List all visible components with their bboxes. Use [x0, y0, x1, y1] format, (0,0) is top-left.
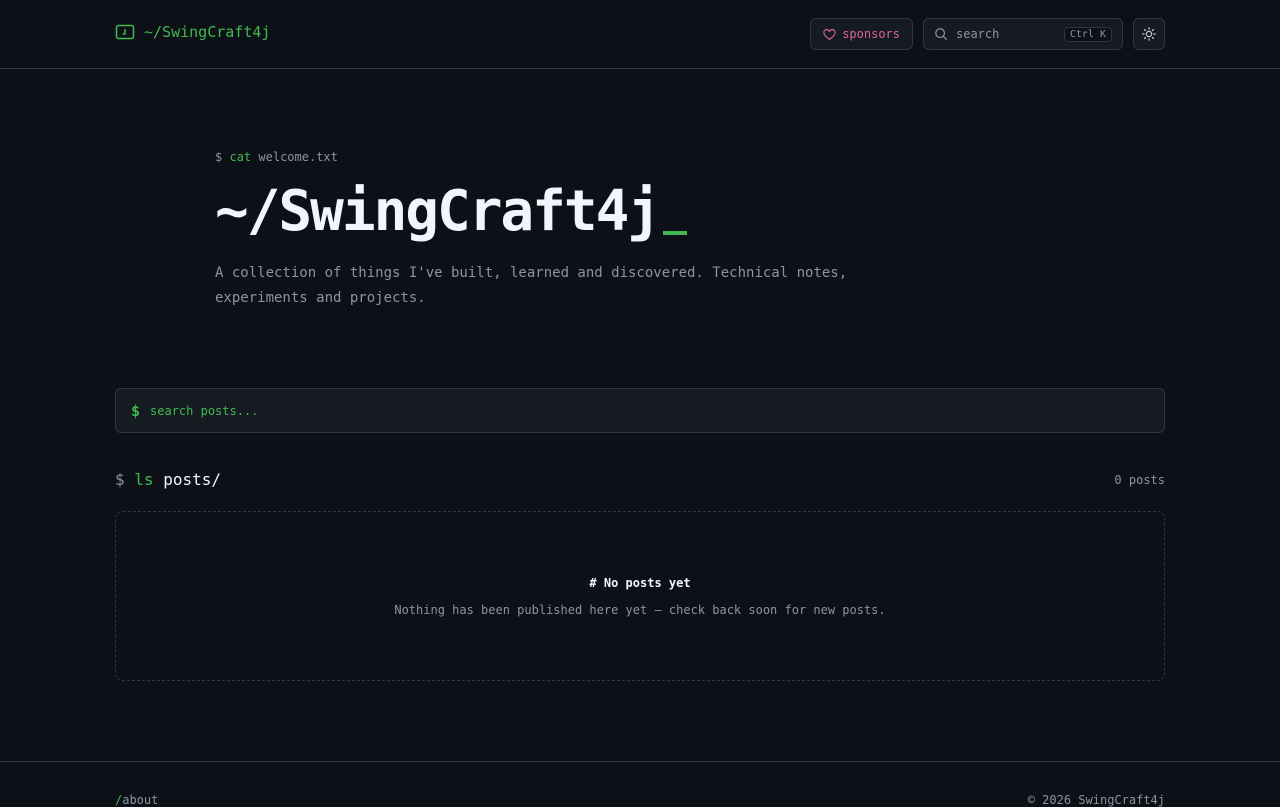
- posts-count: 0 posts: [1114, 472, 1165, 487]
- blinking-cursor: [663, 231, 688, 236]
- sponsors-button[interactable]: sponsors: [810, 18, 913, 50]
- heart-icon: [823, 28, 836, 40]
- hero-description: A collection of things I've built, learn…: [215, 265, 848, 307]
- site-search-label: search: [956, 27, 1000, 41]
- site-search-button[interactable]: search Ctrl K: [923, 18, 1123, 50]
- search-shortcut-badge: Ctrl K: [1063, 26, 1112, 42]
- sponsors-label: sponsors: [842, 27, 900, 41]
- hero-section: $ cat welcome.txt ~/SwingCraft4j A colle…: [215, 150, 935, 311]
- footer-copyright: © 2026 SwingCraft4j: [1027, 793, 1165, 807]
- brand-link[interactable]: ~/SwingCraft4j: [115, 22, 270, 42]
- hero-prompt: $: [215, 150, 223, 164]
- empty-posts-state: # No posts yet Nothing has been publishe…: [115, 511, 1165, 681]
- footer-about-link[interactable]: /about: [115, 793, 158, 807]
- brand-name: ~/SwingCraft4j: [144, 23, 271, 41]
- footer: /about © 2026 SwingCraft4j: [0, 761, 1280, 807]
- posts-section-title: $ ls posts/: [115, 470, 221, 489]
- footer-link-label: about: [122, 793, 159, 807]
- posts-prompt: $: [115, 470, 125, 489]
- top-actions: sponsors search Ctrl K: [810, 18, 1165, 50]
- post-search-prompt: $: [131, 401, 141, 420]
- page-title: ~/SwingCraft4j: [215, 178, 935, 245]
- top-bar: ~/SwingCraft4j sponsors search Ctrl K: [0, 0, 1280, 69]
- search-icon: [935, 28, 948, 41]
- theme-toggle-button[interactable]: [1133, 18, 1165, 50]
- empty-state-message: Nothing has been published here yet — ch…: [394, 602, 886, 617]
- post-search-input[interactable]: [150, 403, 1149, 418]
- posts-header: $ ls posts/ 0 posts: [115, 470, 1165, 489]
- sun-icon: [1142, 27, 1156, 41]
- posts-path: posts/: [163, 470, 221, 489]
- hero-argument: welcome.txt: [258, 150, 338, 164]
- page-title-text: ~/SwingCraft4j: [215, 179, 661, 244]
- hero-command: cat: [229, 150, 252, 164]
- post-search-bar: $: [115, 388, 1165, 433]
- empty-state-title: # No posts yet: [589, 575, 691, 590]
- terminal-icon: [115, 24, 135, 40]
- hero-command-line: $ cat welcome.txt: [215, 150, 935, 164]
- posts-command: ls: [134, 470, 154, 489]
